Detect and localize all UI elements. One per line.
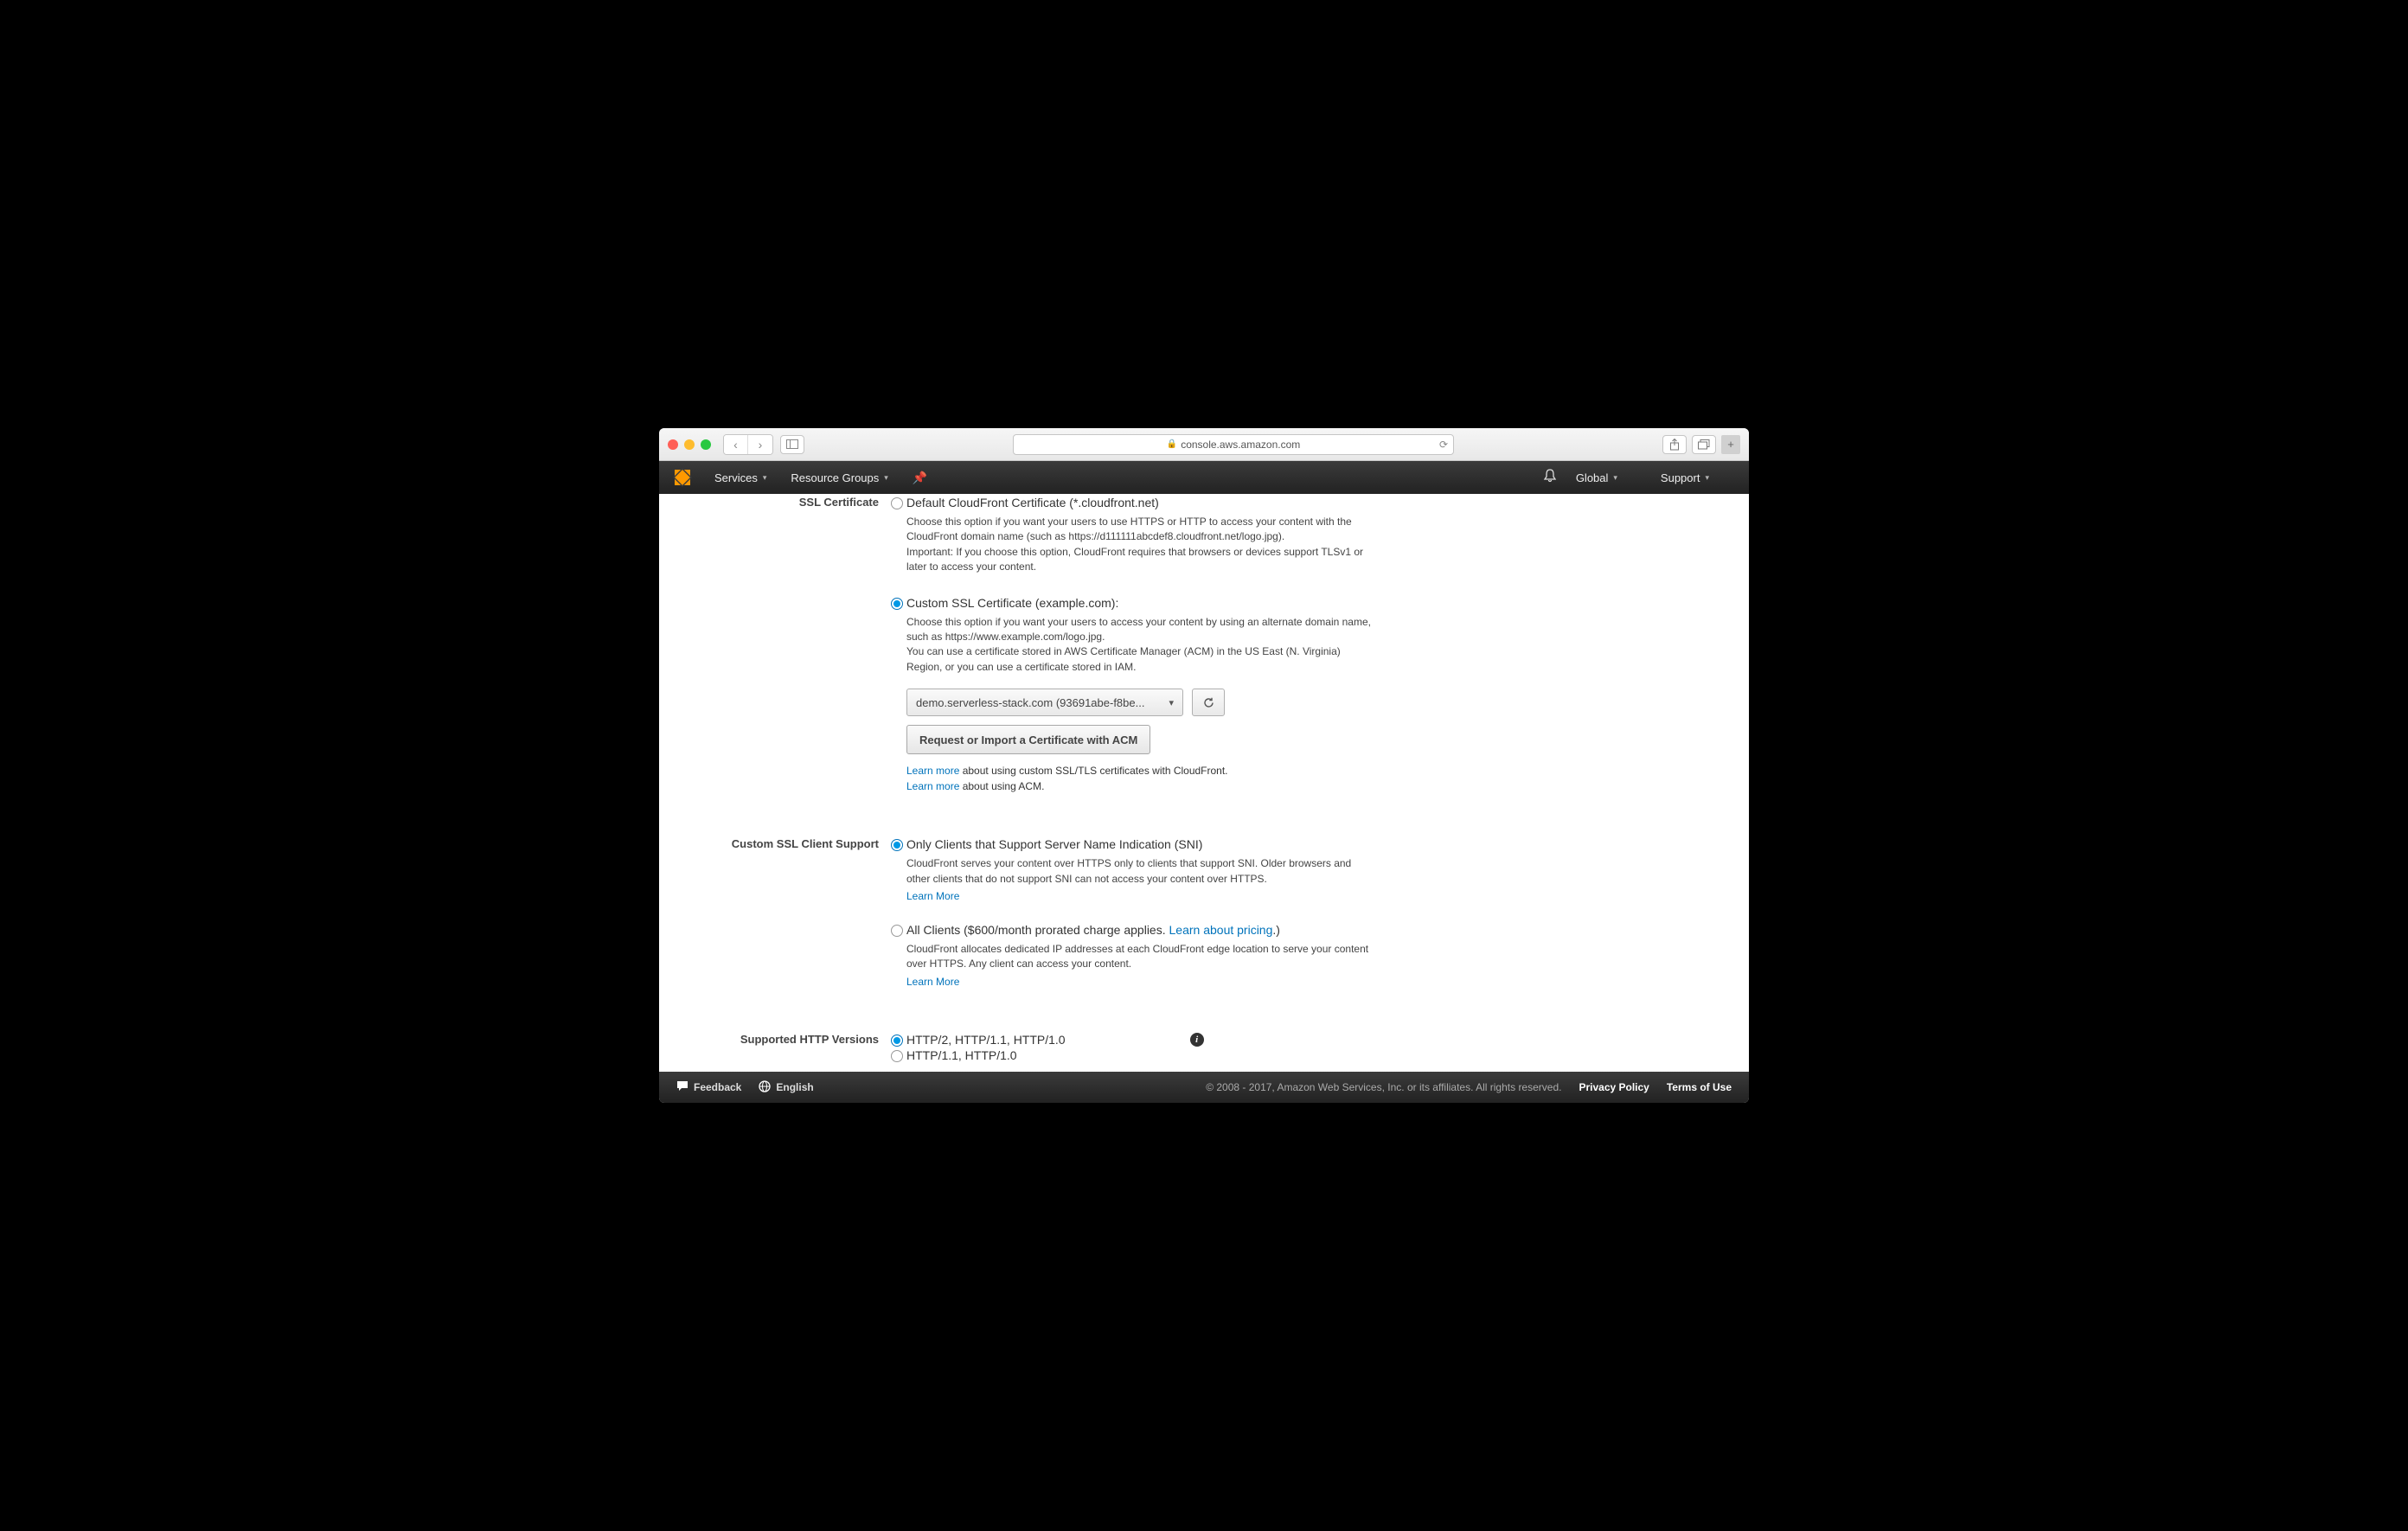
form-content[interactable]: SSL Certificate Default CloudFront Certi… — [659, 494, 1749, 1072]
feedback-button[interactable]: Feedback — [676, 1080, 741, 1094]
radio-all-clients[interactable]: All Clients ($600/month prorated charge … — [891, 923, 1375, 937]
chevron-down-icon: ▾ — [1169, 697, 1174, 708]
sni-desc: CloudFront serves your content over HTTP… — [891, 851, 1375, 888]
radio-icon — [891, 598, 903, 610]
caret-down-icon: ▾ — [1705, 473, 1709, 483]
all-clients-learn-more-link[interactable]: Learn More — [906, 976, 959, 988]
back-button[interactable]: ‹ — [724, 435, 748, 454]
caret-down-icon: ▾ — [763, 473, 767, 483]
support-label: Support — [1661, 471, 1700, 484]
radio-icon — [891, 1050, 903, 1062]
services-menu[interactable]: Services ▾ — [714, 471, 766, 484]
support-menu[interactable]: Support ▾ — [1661, 471, 1709, 484]
radio-http11[interactable]: HTTP/1.1, HTTP/1.0 — [891, 1048, 1375, 1062]
aws-logo-icon[interactable] — [675, 470, 690, 485]
learn-more-ssl-link[interactable]: Learn more — [906, 765, 959, 777]
radio-default-cert[interactable]: Default CloudFront Certificate (*.cloudf… — [891, 496, 1375, 509]
address-text: console.aws.amazon.com — [1181, 439, 1300, 451]
radio-custom-cert[interactable]: Custom SSL Certificate (example.com): — [891, 596, 1375, 610]
share-button[interactable] — [1662, 435, 1687, 454]
globe-icon — [759, 1080, 771, 1095]
caret-down-icon: ▾ — [884, 473, 888, 483]
services-label: Services — [714, 471, 758, 484]
browser-toolbar: ‹ › 🔒 console.aws.amazon.com ⟳ + — [659, 428, 1749, 461]
radio-icon — [891, 1035, 903, 1047]
caret-down-icon: ▾ — [1613, 473, 1617, 483]
copyright-text: © 2008 - 2017, Amazon Web Services, Inc.… — [1206, 1081, 1561, 1093]
radio-icon — [891, 497, 903, 509]
new-tab-button[interactable]: + — [1721, 435, 1740, 454]
learn-more-acm-suffix: about using ACM. — [959, 780, 1044, 792]
region-label: Global — [1576, 471, 1609, 484]
custom-cert-desc: Choose this option if you want your user… — [891, 610, 1375, 677]
radio-sni-only[interactable]: Only Clients that Support Server Name In… — [891, 837, 1375, 851]
address-bar[interactable]: 🔒 console.aws.amazon.com ⟳ — [1013, 434, 1454, 455]
default-cert-desc: Choose this option if you want your user… — [891, 509, 1375, 577]
language-label: English — [776, 1081, 813, 1093]
acm-button-label: Request or Import a Certificate with ACM — [919, 733, 1137, 746]
speech-bubble-icon — [676, 1080, 688, 1094]
aws-footer: Feedback English © 2008 - 2017, Amazon W… — [659, 1072, 1749, 1103]
refresh-icon — [1202, 696, 1215, 709]
radio-http2-label: HTTP/2, HTTP/1.1, HTTP/1.0 — [906, 1033, 1066, 1047]
info-icon[interactable]: i — [1190, 1033, 1204, 1047]
maximize-window-button[interactable] — [701, 439, 711, 450]
client-support-label: Custom SSL Client Support — [676, 837, 891, 990]
request-acm-certificate-button[interactable]: Request or Import a Certificate with ACM — [906, 725, 1150, 754]
radio-all-clients-prefix: All Clients ($600/month prorated charge … — [906, 923, 1169, 937]
http-versions-label: Supported HTTP Versions — [676, 1033, 891, 1062]
traffic-lights — [668, 439, 711, 450]
resource-groups-menu[interactable]: Resource Groups ▾ — [791, 471, 887, 484]
sni-learn-more-link[interactable]: Learn More — [906, 890, 959, 902]
radio-default-cert-label: Default CloudFront Certificate (*.cloudf… — [906, 496, 1159, 509]
notifications-icon[interactable] — [1543, 469, 1557, 487]
nav-buttons: ‹ › — [723, 434, 773, 455]
region-menu[interactable]: Global ▾ — [1576, 471, 1617, 484]
forward-button[interactable]: › — [748, 435, 772, 454]
reload-icon[interactable]: ⟳ — [1439, 439, 1448, 451]
close-window-button[interactable] — [668, 439, 678, 450]
privacy-policy-link[interactable]: Privacy Policy — [1579, 1081, 1649, 1093]
learn-more-ssl-suffix: about using custom SSL/TLS certificates … — [959, 765, 1227, 777]
tabs-button[interactable] — [1692, 435, 1716, 454]
pin-icon[interactable]: 📌 — [913, 471, 927, 485]
certificate-select[interactable]: demo.serverless-stack.com (93691abe-f8be… — [906, 689, 1183, 716]
radio-icon — [891, 925, 903, 937]
ssl-certificate-label: SSL Certificate — [676, 496, 891, 794]
refresh-certificates-button[interactable] — [1192, 689, 1225, 716]
radio-icon — [891, 839, 903, 851]
terms-of-use-link[interactable]: Terms of Use — [1667, 1081, 1732, 1093]
lock-icon: 🔒 — [1167, 439, 1177, 449]
radio-sni-only-label: Only Clients that Support Server Name In… — [906, 837, 1202, 851]
radio-custom-cert-label: Custom SSL Certificate (example.com): — [906, 596, 1118, 610]
learn-more-acm-link[interactable]: Learn more — [906, 780, 959, 792]
certificate-select-value: demo.serverless-stack.com (93691abe-f8be… — [916, 696, 1144, 709]
feedback-label: Feedback — [694, 1081, 741, 1093]
language-button[interactable]: English — [759, 1080, 813, 1095]
radio-all-clients-suffix: .) — [1272, 923, 1280, 937]
sidebar-toggle-button[interactable] — [780, 435, 804, 454]
minimize-window-button[interactable] — [684, 439, 695, 450]
aws-navbar: Services ▾ Resource Groups ▾ 📌 Global ▾ … — [659, 461, 1749, 494]
radio-http2[interactable]: HTTP/2, HTTP/1.1, HTTP/1.0 i — [891, 1033, 1375, 1047]
resource-groups-label: Resource Groups — [791, 471, 879, 484]
all-clients-desc: CloudFront allocates dedicated IP addres… — [891, 937, 1375, 974]
learn-about-pricing-link[interactable]: Learn about pricing — [1169, 923, 1273, 937]
radio-http11-label: HTTP/1.1, HTTP/1.0 — [906, 1048, 1017, 1062]
safari-window: ‹ › 🔒 console.aws.amazon.com ⟳ + Se — [659, 428, 1749, 1103]
